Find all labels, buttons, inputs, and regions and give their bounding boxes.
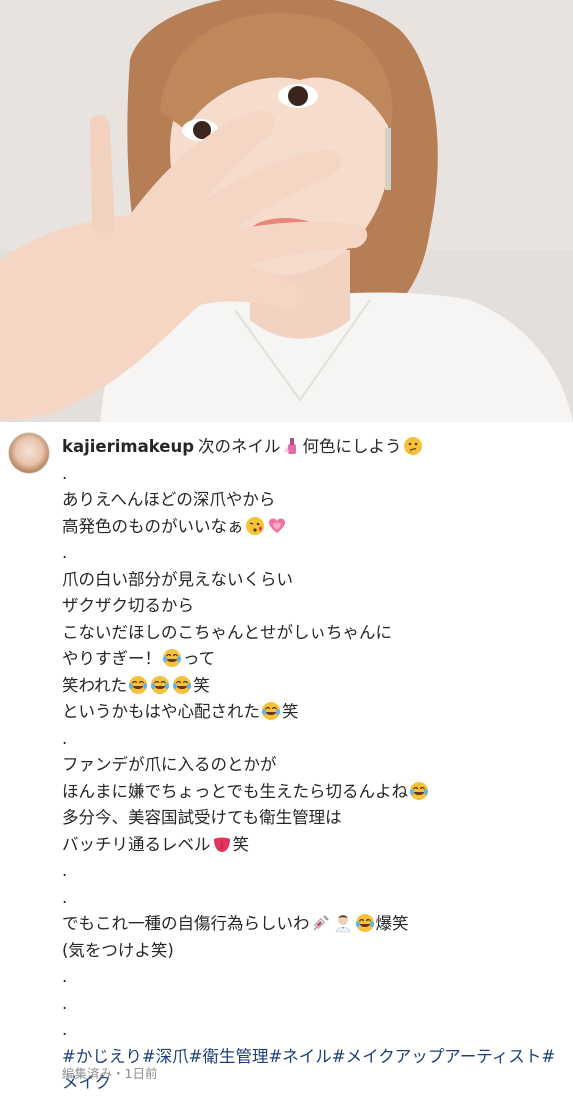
caption-line: . (62, 861, 68, 880)
caption-line: (気をつけよ笑) (62, 940, 174, 960)
caption-line: ファンデが爪に入るのとかが (62, 755, 277, 774)
doctor-emoji (335, 915, 350, 933)
caption-text: って (183, 649, 216, 668)
caption-text: 笑 (282, 702, 299, 721)
tongue-emoji (213, 837, 230, 852)
tears-of-joy-emoji (355, 914, 374, 932)
tears-of-joy-emoji (163, 649, 181, 667)
caption-line: 爪の白い部分が見えないくらい (62, 569, 293, 589)
tears-of-joy-emoji (129, 675, 148, 694)
caption-line: . (62, 1020, 68, 1039)
caption-text: でもこれ一種の自傷行為らしいわ (62, 914, 310, 933)
caption-line: . (62, 967, 68, 986)
caption-line: . (62, 463, 68, 483)
profile-avatar[interactable] (8, 432, 50, 474)
caption-line: 多分今、美容国試受けても衛生管理は (62, 808, 342, 827)
caption-line: . (62, 993, 68, 1013)
caption-line: ありえへんほどの深爪やから (62, 490, 276, 509)
caption-line: . (62, 728, 68, 748)
username-link[interactable]: kajierimakeup (62, 437, 194, 456)
caption-line: ほんまに嫌でちょっとでも生えたら切るんよね (62, 779, 562, 806)
caption-line: kajierimakeup 次のネイル 何色にしよう (62, 434, 562, 461)
caption-text: バッチリ通るレベル (62, 834, 211, 854)
post-caption: kajierimakeup 次のネイル 何色にしよう . ありえへんほどの深爪やから… (62, 434, 562, 1097)
kissing-face-emoji (245, 516, 264, 535)
caption-line: バッチリ通るレベル 笑 (62, 832, 562, 859)
caption-line: . (62, 887, 68, 907)
caption-text: 笑 (193, 675, 210, 695)
caption-text: 次のネイル (198, 437, 281, 456)
tears-of-joy-emoji (151, 675, 170, 694)
nail-polish-emoji (283, 438, 296, 454)
caption-line: というかもはや心配された 笑 (62, 699, 562, 726)
caption-line: でもこれ一種の自傷行為らしいわ 爆笑 (62, 911, 562, 938)
caption-section: kajierimakeup 次のネイル 何色にしよう . ありえへんほどの深爪やから… (0, 422, 573, 1092)
selfie-photo (0, 0, 573, 422)
caption-text: 笑 (232, 834, 250, 854)
tears-of-joy-emoji (173, 675, 192, 694)
caption-text: 高発色のものがいいなぁ (62, 516, 244, 536)
caption-line: 高発色のものがいいなぁ (62, 514, 562, 541)
edited-timestamp: 編集済み・1日前 (62, 1066, 158, 1081)
caption-text: というかもはや心配された (62, 702, 260, 721)
syringe-emoji (312, 915, 329, 931)
post-photo[interactable] (0, 0, 573, 422)
caption-text: ほんまに嫌でちょっとでも生えたら切るんよね (62, 781, 409, 801)
caption-line: ザクザク切るから (62, 596, 194, 615)
caption-line: . (62, 543, 68, 562)
thinking-face-emoji (403, 437, 422, 455)
growing-heart-emoji (268, 518, 285, 533)
tears-of-joy-emoji (262, 702, 280, 720)
caption-text: 爆笑 (375, 914, 409, 933)
caption-text: 何色にしよう (302, 437, 402, 456)
caption-text: 笑われた (62, 675, 128, 695)
caption-text: やりすぎー！ (62, 649, 161, 668)
caption-line: 笑われた 笑 (62, 673, 562, 700)
tears-of-joy-emoji (410, 781, 429, 800)
caption-line: やりすぎー！ って (62, 646, 562, 673)
caption-line: こないだほしのこちゃんとせがしぃちゃんに (62, 622, 392, 642)
